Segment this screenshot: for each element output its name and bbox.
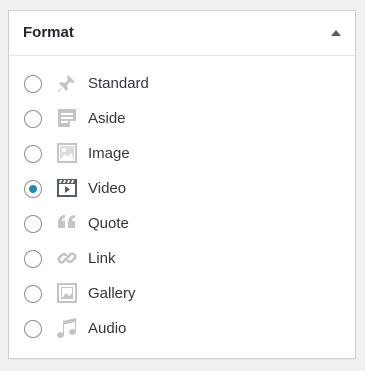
format-label-link: Link — [88, 250, 116, 267]
panel-title: Format — [23, 24, 74, 41]
gallery-icon — [56, 282, 78, 304]
format-option-standard[interactable]: Standard — [9, 68, 355, 103]
format-panel: Format Standard Aside Image Video Quote … — [8, 10, 356, 359]
video-icon — [56, 177, 78, 199]
radio-standard[interactable] — [24, 75, 42, 93]
quote-icon — [56, 212, 78, 234]
format-label-aside: Aside — [88, 110, 126, 127]
pin-icon — [56, 72, 78, 94]
radio-link[interactable] — [24, 250, 42, 268]
link-icon — [56, 247, 78, 269]
triangle-up-icon[interactable] — [331, 30, 341, 36]
format-option-video[interactable]: Video — [9, 173, 355, 208]
radio-video[interactable] — [24, 180, 42, 198]
format-label-image: Image — [88, 145, 130, 162]
format-label-audio: Audio — [88, 320, 127, 337]
panel-header[interactable]: Format — [9, 11, 355, 56]
radio-audio[interactable] — [24, 320, 42, 338]
format-options: Standard Aside Image Video Quote Link Ga… — [9, 68, 355, 348]
format-option-quote[interactable]: Quote — [9, 208, 355, 243]
radio-aside[interactable] — [24, 110, 42, 128]
format-option-aside[interactable]: Aside — [9, 103, 355, 138]
format-option-image[interactable]: Image — [9, 138, 355, 173]
format-label-gallery: Gallery — [88, 285, 136, 302]
audio-icon — [56, 317, 78, 339]
format-label-quote: Quote — [88, 215, 129, 232]
format-option-link[interactable]: Link — [9, 243, 355, 278]
format-label-video: Video — [88, 180, 127, 197]
radio-image[interactable] — [24, 145, 42, 163]
radio-quote[interactable] — [24, 215, 42, 233]
aside-icon — [56, 107, 78, 129]
format-option-audio[interactable]: Audio — [9, 313, 355, 348]
format-option-gallery[interactable]: Gallery — [9, 278, 355, 313]
radio-gallery[interactable] — [24, 285, 42, 303]
format-label-standard: Standard — [88, 75, 149, 92]
image-icon — [56, 142, 78, 164]
